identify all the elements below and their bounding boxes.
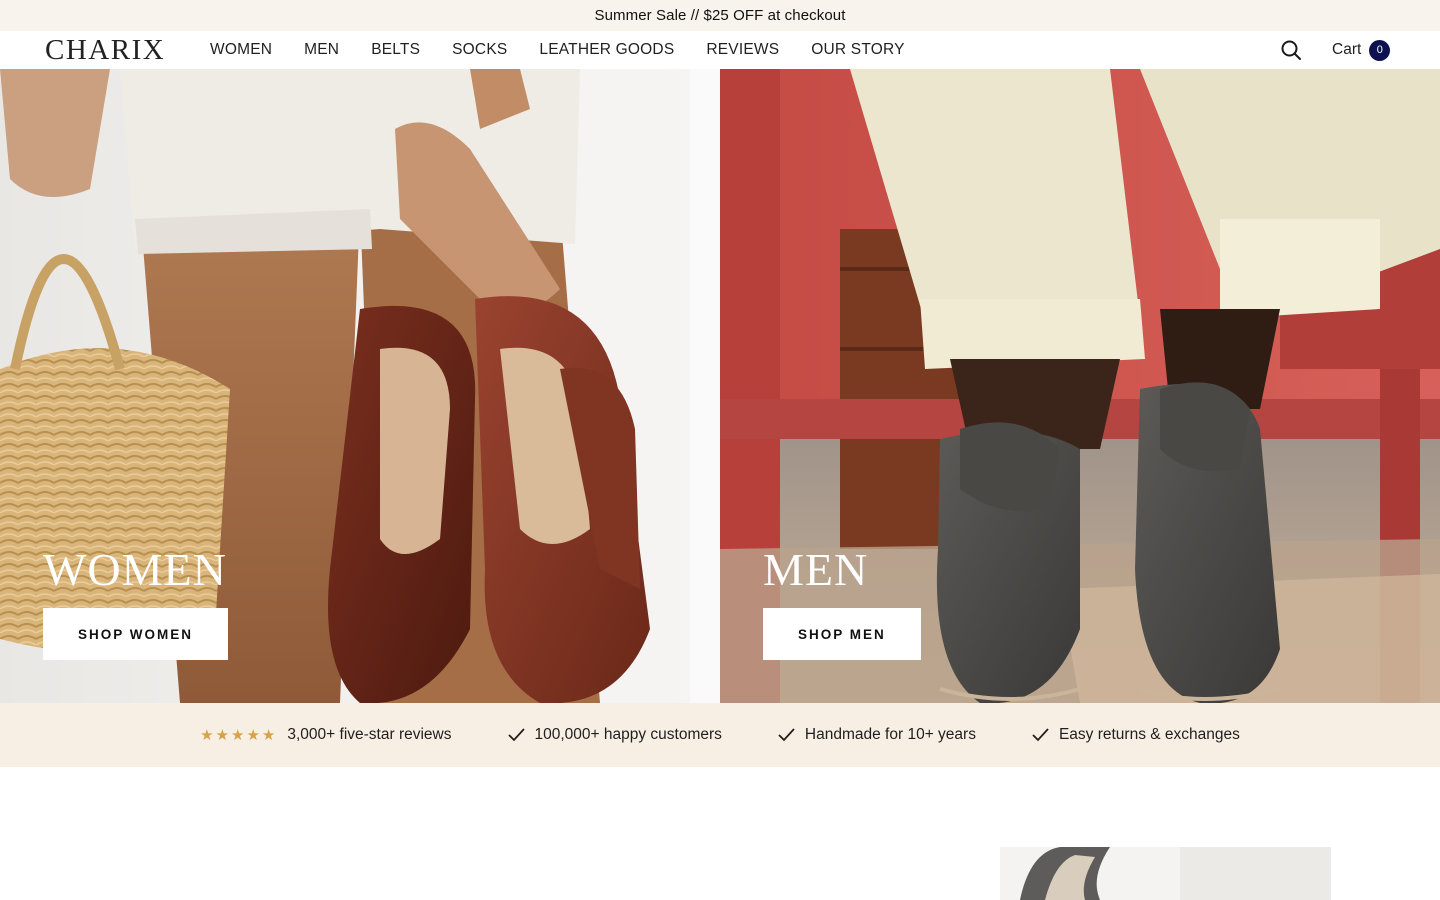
- star-icon: ★: [246, 727, 260, 744]
- cart-button[interactable]: Cart 0: [1332, 38, 1391, 62]
- trust-bar: ★ ★ ★ ★ ★ 3,000+ five-star reviews 100,0…: [0, 703, 1440, 767]
- search-button[interactable]: [1280, 39, 1302, 61]
- trust-item-returns: Easy returns & exchanges: [1032, 726, 1240, 744]
- announcement-bar: Summer Sale // $25 OFF at checkout: [0, 0, 1440, 31]
- rating-stars: ★ ★ ★ ★ ★: [200, 726, 277, 744]
- cart-label: Cart: [1332, 41, 1362, 58]
- trust-item-customers: 100,000+ happy customers: [507, 726, 722, 744]
- shop-men-button[interactable]: SHOP MEN: [763, 608, 921, 660]
- women-panel[interactable]: WOMEN SHOP WOMEN: [0, 69, 720, 703]
- nav-our-story[interactable]: OUR STORY: [811, 41, 904, 59]
- check-icon: [507, 728, 525, 742]
- trust-text-customers: 100,000+ happy customers: [534, 726, 722, 743]
- trust-text-returns: Easy returns & exchanges: [1058, 726, 1240, 743]
- trust-text-reviews: 3,000+ five-star reviews: [287, 726, 452, 743]
- search-icon: [1281, 40, 1301, 60]
- men-panel[interactable]: MEN SHOP MEN: [720, 69, 1440, 703]
- trust-item-reviews: ★ ★ ★ ★ ★ 3,000+ five-star reviews: [200, 726, 451, 744]
- star-icon: ★: [200, 727, 214, 744]
- women-panel-title: WOMEN: [43, 544, 227, 595]
- product-photo: [1000, 847, 1331, 900]
- nav-reviews[interactable]: REVIEWS: [706, 41, 779, 59]
- men-panel-title: MEN: [763, 544, 869, 595]
- nav-socks[interactable]: SOCKS: [452, 41, 507, 59]
- next-section: [0, 767, 1440, 900]
- product-image-preview: [1000, 847, 1331, 900]
- star-icon: ★: [231, 727, 245, 744]
- trust-item-handmade: Handmade for 10+ years: [778, 726, 976, 744]
- nav-leather-goods[interactable]: LEATHER GOODS: [539, 41, 674, 59]
- trust-text-handmade: Handmade for 10+ years: [804, 726, 976, 743]
- announcement-text: Summer Sale // $25 OFF at checkout: [594, 7, 846, 24]
- nav-men[interactable]: MEN: [304, 41, 339, 59]
- star-icon: ★: [215, 727, 230, 744]
- nav-belts[interactable]: BELTS: [371, 41, 420, 59]
- check-icon: [778, 728, 795, 742]
- hero-section: WOMEN SHOP WOMEN MEN SHOP MEN: [0, 69, 1440, 703]
- star-icon: ★: [261, 727, 276, 744]
- check-icon: [1032, 728, 1049, 742]
- nav-women[interactable]: WOMEN: [210, 41, 272, 59]
- main-nav: WOMEN MEN BELTS SOCKS LEATHER GOODS REVI…: [210, 31, 937, 69]
- shop-women-button[interactable]: SHOP WOMEN: [43, 608, 229, 660]
- cart-count-badge: 0: [1369, 39, 1391, 61]
- site-header: CHARIX WOMEN MEN BELTS SOCKS LEATHER GOO…: [0, 31, 1440, 69]
- brand-logo[interactable]: CHARIX: [45, 34, 165, 66]
